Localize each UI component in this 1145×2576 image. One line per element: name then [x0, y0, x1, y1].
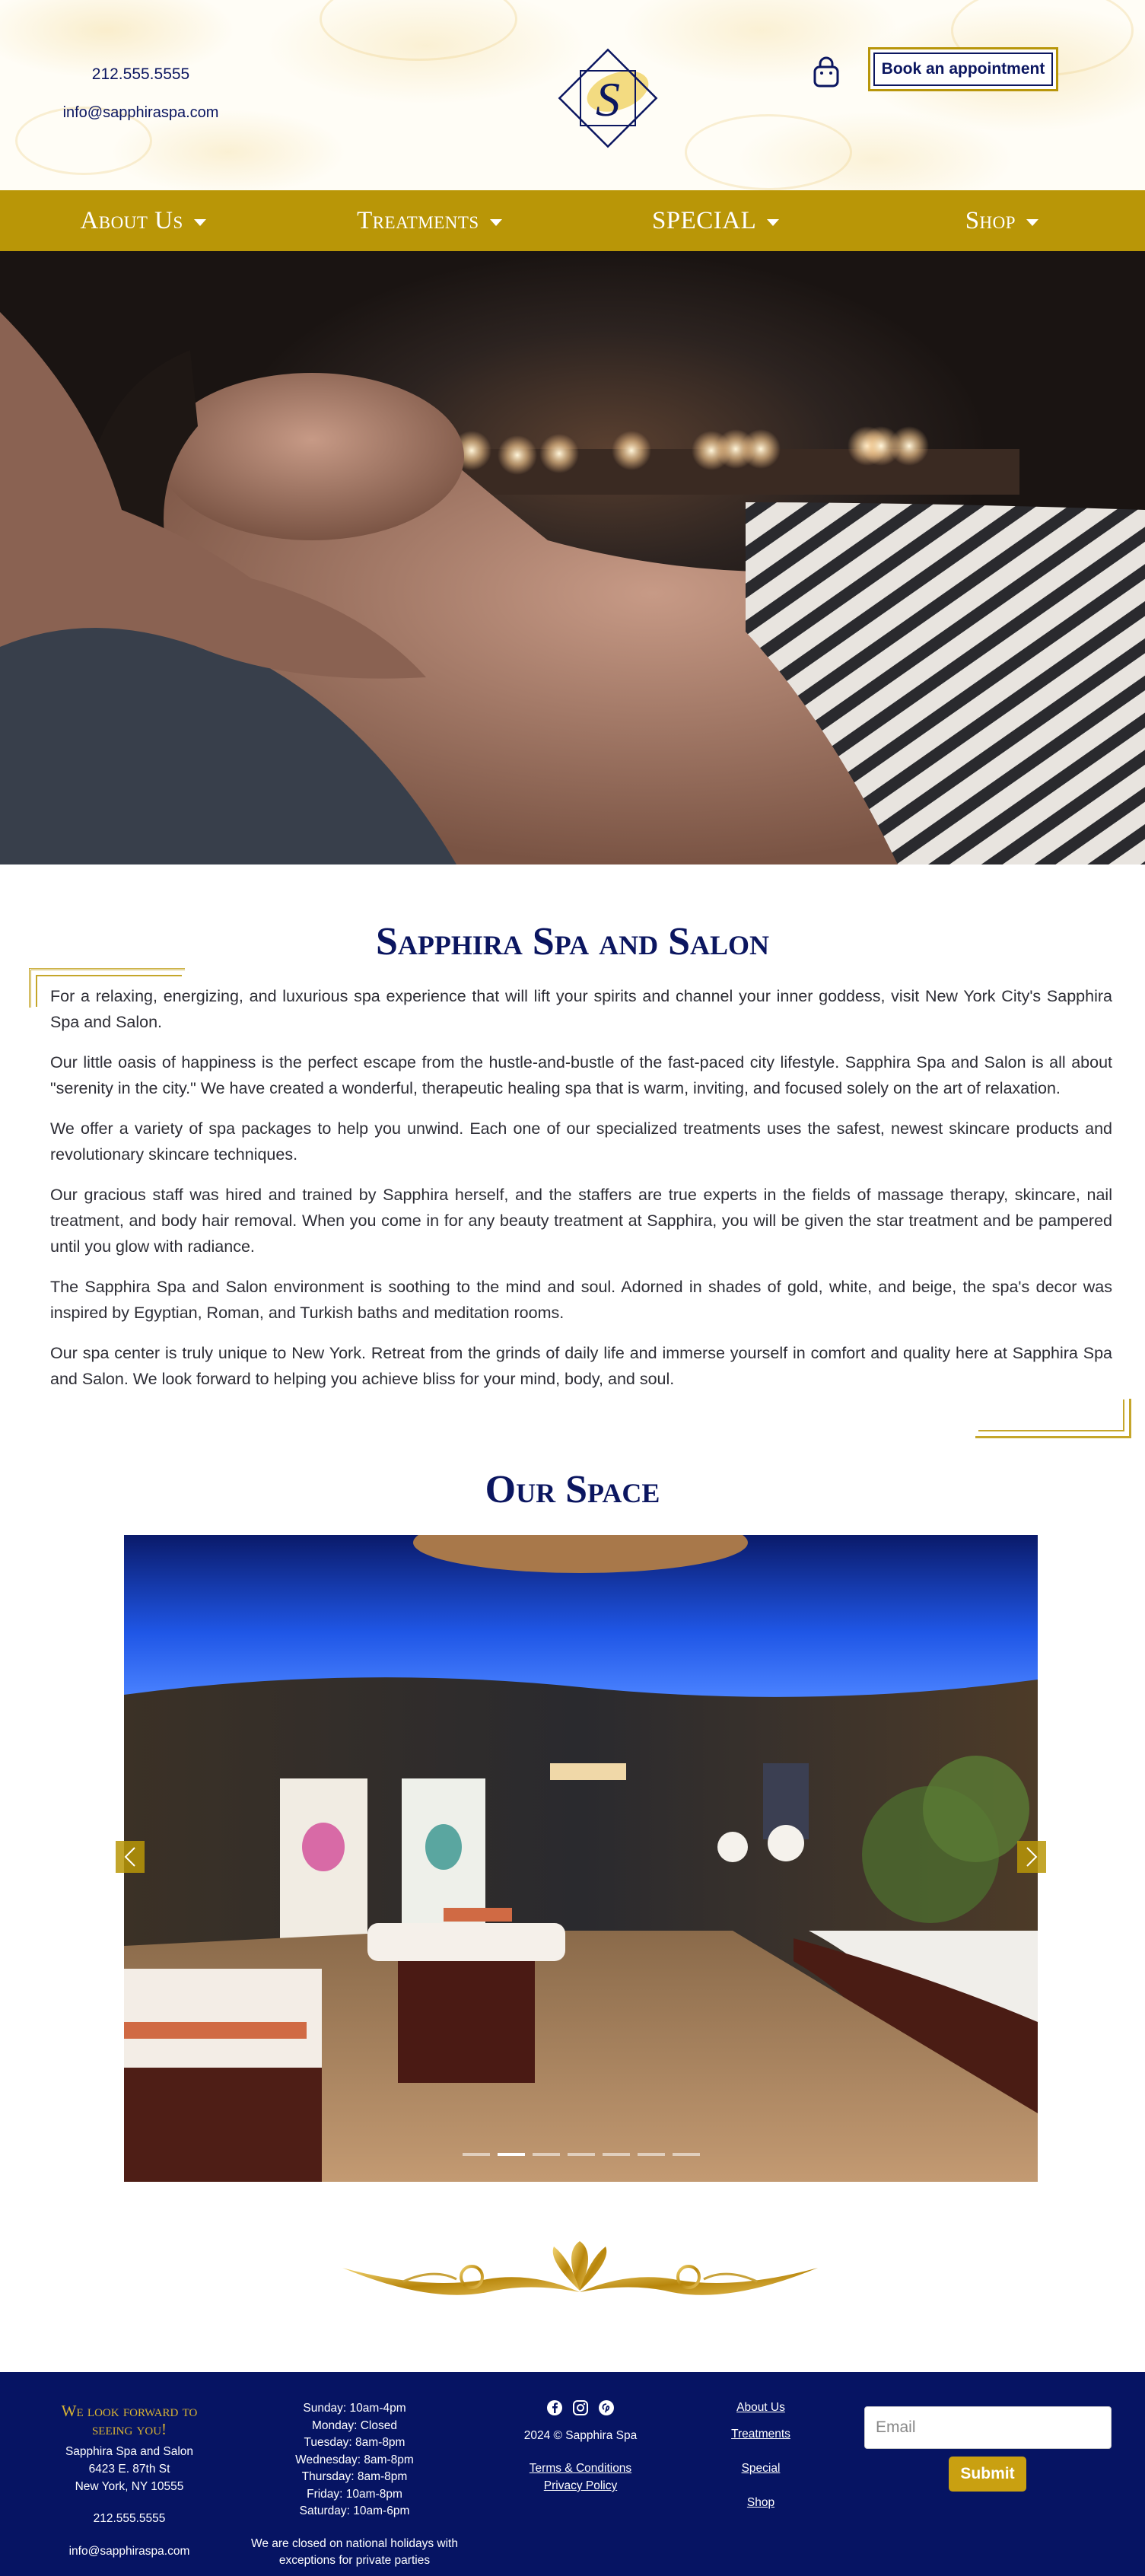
- footer-tagline: We look forward to seeing you!: [61, 2402, 198, 2438]
- caret-down-icon: [489, 218, 502, 226]
- carousel-dot[interactable]: [567, 2153, 595, 2156]
- footer-address-line2: New York, NY 10555: [75, 2480, 184, 2493]
- footer-link-about-us[interactable]: About Us: [685, 2399, 837, 2416]
- hero-massage-image: [0, 251, 1145, 865]
- hero-illustration: [0, 312, 1145, 865]
- intro-title: Sapphira Spa and Salon: [375, 920, 770, 963]
- footer-nav: About Us Treatments Special Shop: [685, 2399, 837, 2511]
- sapphira-logo[interactable]: S: [555, 46, 660, 151]
- carousel-dot[interactable]: [462, 2153, 490, 2156]
- intro-paragraph: We offer a variety of spa packages to he…: [50, 1119, 1112, 1164]
- carousel-prev-button[interactable]: [116, 1841, 145, 1873]
- hours-line: Saturday: 10am-6pm: [299, 2504, 410, 2517]
- privacy-link[interactable]: Privacy Policy: [495, 2477, 666, 2495]
- pinterest-icon[interactable]: [598, 2399, 615, 2416]
- logo-letter: S: [596, 72, 620, 126]
- nav-label: About Us: [80, 206, 183, 234]
- hours-line: Monday: Closed: [311, 2418, 397, 2432]
- intro-paragraph: For a relaxing, energizing, and luxuriou…: [50, 987, 1112, 1031]
- intro-paragraph: Our spa center is truly unique to New Yo…: [50, 1344, 1112, 1388]
- footer-hours: Sunday: 10am-4pm Monday: Closed Tuesday:…: [243, 2400, 466, 2570]
- instagram-icon[interactable]: [572, 2399, 589, 2416]
- email-placeholder: Email: [876, 2418, 916, 2436]
- footer-business-name: Sapphira Spa and Salon: [65, 2445, 194, 2458]
- hours-line: Sunday: 10am-4pm: [303, 2402, 406, 2415]
- decor-swirl: [320, 0, 517, 61]
- hours-line: Thursday: 8am-8pm: [301, 2470, 408, 2483]
- space-carousel[interactable]: [124, 1535, 1038, 2182]
- decorative-corner-frame: [975, 1399, 1131, 1438]
- carousel-dot[interactable]: [637, 2153, 665, 2156]
- hours-line: Wednesday: 8am-8pm: [295, 2453, 414, 2466]
- caret-down-icon: [767, 218, 780, 226]
- spa-room-image: [124, 1535, 1038, 2182]
- shopping-bag-icon[interactable]: [812, 56, 841, 88]
- caret-down-icon: [1026, 218, 1039, 226]
- footer-email[interactable]: info@sapphiraspa.com: [46, 2543, 213, 2560]
- gold-flourish-ornament: [342, 2241, 818, 2295]
- carousel-indicators: [124, 2153, 1038, 2156]
- nav-label: SPECIAL: [651, 206, 757, 234]
- footer-link-special[interactable]: Special: [685, 2460, 837, 2477]
- site-header: 212.555.5555 info@sapphiraspa.com S Book…: [0, 0, 1145, 190]
- nav-item-special[interactable]: SPECIAL: [573, 190, 859, 251]
- footer-social-legal: 2024 © Sapphira Spa Terms & Conditions P…: [495, 2399, 666, 2495]
- header-contact: 212.555.5555 info@sapphiraspa.com: [53, 65, 228, 122]
- intro-paragraph: The Sapphira Spa and Salon environment i…: [50, 1278, 1112, 1322]
- carousel-dot[interactable]: [672, 2153, 700, 2156]
- header-email[interactable]: info@sapphiraspa.com: [53, 104, 228, 122]
- hours-line: Friday: 10am-8pm: [307, 2487, 402, 2501]
- submit-label: Submit: [960, 2465, 1015, 2482]
- decor-swirl: [685, 114, 852, 190]
- nav-item-shop[interactable]: Shop: [859, 190, 1145, 251]
- our-space-title: Our Space: [485, 1468, 660, 1511]
- carousel-next-button[interactable]: [1017, 1841, 1046, 1873]
- footer-link-shop[interactable]: Shop: [685, 2495, 837, 2511]
- header-phone[interactable]: 212.555.5555: [53, 65, 228, 84]
- hours-line: Tuesday: 8am-8pm: [304, 2436, 406, 2449]
- newsletter-submit-button[interactable]: Submit: [949, 2457, 1026, 2492]
- intro-paragraph: Our gracious staff was hired and trained…: [50, 1186, 1112, 1256]
- intro-body: For a relaxing, energizing, and luxuriou…: [50, 983, 1112, 1406]
- carousel-dot[interactable]: [532, 2153, 560, 2156]
- holiday-note: We are closed on national holidays with …: [251, 2536, 458, 2568]
- footer-contact: We look forward to seeing you! Sapphira …: [46, 2402, 213, 2560]
- nav-label: Treatments: [357, 206, 479, 234]
- carousel-dot[interactable]: [602, 2153, 630, 2156]
- newsletter-email-field[interactable]: Email: [864, 2406, 1112, 2449]
- main-nav: About Us Treatments SPECIAL Shop: [0, 190, 1145, 251]
- footer-address-line1: 6423 E. 87th St: [88, 2463, 170, 2476]
- footer-phone[interactable]: 212.555.5555: [46, 2510, 213, 2527]
- nav-item-treatments[interactable]: Treatments: [286, 190, 572, 251]
- nav-item-about-us[interactable]: About Us: [0, 190, 286, 251]
- caret-down-icon: [193, 218, 206, 226]
- book-appointment-label: Book an appointment: [873, 53, 1053, 86]
- chevron-left-icon: [124, 1847, 135, 1867]
- facebook-icon[interactable]: [546, 2399, 563, 2416]
- copyright: 2024 © Sapphira Spa: [523, 2429, 638, 2442]
- terms-link[interactable]: Terms & Conditions: [495, 2460, 666, 2477]
- book-appointment-button[interactable]: Book an appointment: [868, 47, 1058, 91]
- carousel-dot-active[interactable]: [497, 2153, 525, 2156]
- intro-paragraph: Our little oasis of happiness is the per…: [50, 1053, 1112, 1097]
- social-links: [495, 2399, 666, 2416]
- footer-link-treatments[interactable]: Treatments: [685, 2426, 837, 2443]
- chevron-right-icon: [1026, 1847, 1038, 1867]
- nav-label: Shop: [965, 206, 1016, 234]
